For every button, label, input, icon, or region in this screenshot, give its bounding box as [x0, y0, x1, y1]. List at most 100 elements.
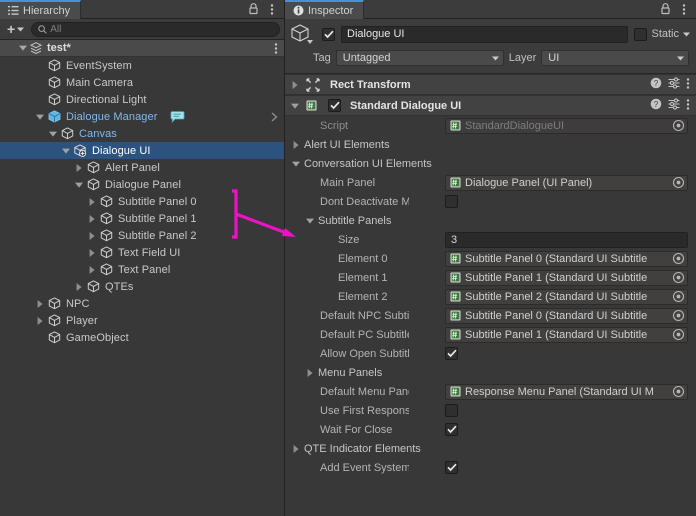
- add-gameobject-button[interactable]: +: [4, 21, 27, 37]
- foldout-collapsed-icon[interactable]: [290, 139, 302, 151]
- script-icon: [450, 120, 461, 131]
- object-field-default-menu-panel[interactable]: Response Menu Panel (Standard UI M: [445, 383, 688, 400]
- property-foldout-alert-ui-elements[interactable]: Alert UI Elements: [285, 135, 696, 154]
- chevron-right-icon[interactable]: [271, 111, 278, 122]
- property-foldout-menu-panels[interactable]: Menu Panels: [285, 363, 696, 382]
- foldout-collapsed-icon[interactable]: [289, 79, 301, 91]
- number-field-size[interactable]: 3: [445, 231, 688, 248]
- checkbox-allow-open-subtitle-par[interactable]: [445, 347, 458, 360]
- hierarchy-item-text-field-ui[interactable]: Text Field UI: [0, 244, 284, 261]
- static-toggle-group[interactable]: Static: [634, 27, 690, 41]
- lock-icon[interactable]: [247, 3, 260, 16]
- foldout-expanded-icon[interactable]: [289, 100, 301, 112]
- hierarchy-item-qtes[interactable]: QTEs: [0, 278, 284, 295]
- foldout-collapsed-icon[interactable]: [290, 443, 302, 455]
- object-field-main-panel[interactable]: Dialogue Panel (UI Panel): [445, 174, 688, 191]
- property-foldout-conversation-ui-elements[interactable]: Conversation UI Elements: [285, 154, 696, 173]
- object-picker-icon[interactable]: [672, 385, 685, 398]
- layer-dropdown[interactable]: UI: [541, 50, 690, 66]
- object-field-element-1[interactable]: Subtitle Panel 1 (Standard UI Subtitle: [445, 269, 688, 286]
- foldout-collapsed-icon[interactable]: [86, 247, 98, 259]
- hierarchy-item-label: Subtitle Panel 2: [118, 229, 197, 242]
- kebab-menu-icon[interactable]: [265, 3, 278, 16]
- kebab-menu-icon[interactable]: [686, 98, 690, 114]
- property-label: Default PC Subtitle Pan: [320, 328, 409, 341]
- object-picker-icon[interactable]: [672, 119, 685, 132]
- property-foldout-qte-indicator-elements[interactable]: QTE Indicator Elements: [285, 439, 696, 458]
- object-field-default-npc-subtitle-pa[interactable]: Subtitle Panel 0 (Standard UI Subtitle: [445, 307, 688, 324]
- gameobject-icon[interactable]: [291, 23, 316, 45]
- component-title: Standard Dialogue UI: [350, 99, 462, 112]
- preset-icon[interactable]: [668, 77, 680, 92]
- hierarchy-item-dialogue-panel[interactable]: Dialogue Panel: [0, 176, 284, 193]
- foldout-expanded-icon[interactable]: [73, 179, 85, 191]
- hierarchy-item-npc[interactable]: NPC: [0, 295, 284, 312]
- hierarchy-item-canvas[interactable]: Canvas: [0, 125, 284, 142]
- foldout-collapsed-icon[interactable]: [86, 230, 98, 242]
- foldout-collapsed-icon[interactable]: [34, 298, 46, 310]
- hierarchy-item-eventsystem[interactable]: EventSystem: [0, 57, 284, 74]
- object-field-element-0[interactable]: Subtitle Panel 0 (Standard UI Subtitle: [445, 250, 688, 267]
- help-icon[interactable]: ?: [650, 98, 662, 113]
- tab-inspector[interactable]: Inspector: [285, 0, 365, 19]
- foldout-expanded-icon[interactable]: [304, 215, 316, 227]
- hierarchy-item-directional-light[interactable]: Directional Light: [0, 91, 284, 108]
- checkbox-use-first-response-for[interactable]: [445, 404, 458, 417]
- gameobject-name-field[interactable]: Dialogue UI: [341, 25, 629, 43]
- tab-hierarchy[interactable]: Hierarchy: [0, 0, 82, 19]
- foldout-collapsed-icon[interactable]: [73, 162, 85, 174]
- object-picker-icon[interactable]: [672, 328, 685, 341]
- component-header-standard-dialogue-ui[interactable]: Standard Dialogue UI?: [285, 95, 696, 116]
- foldout-spacer: [34, 94, 46, 106]
- object-picker-icon[interactable]: [672, 309, 685, 322]
- object-picker-icon[interactable]: [672, 271, 685, 284]
- foldout-expanded-icon[interactable]: [47, 128, 59, 140]
- foldout-collapsed-icon[interactable]: [34, 315, 46, 327]
- tag-dropdown[interactable]: Untagged: [335, 50, 504, 66]
- hierarchy-item-dialogue-ui[interactable]: Dialogue UI: [0, 142, 284, 159]
- kebab-menu-icon[interactable]: [686, 77, 690, 93]
- object-picker-icon[interactable]: [672, 290, 685, 303]
- property-label: Conversation UI Elements: [304, 157, 432, 170]
- foldout-collapsed-icon[interactable]: [86, 264, 98, 276]
- foldout-collapsed-icon[interactable]: [304, 367, 316, 379]
- property-row-element-2: Element 2 Subtitle Panel 2 (Standard UI S…: [285, 287, 696, 306]
- object-picker-icon[interactable]: [672, 176, 685, 189]
- foldout-expanded-icon[interactable]: [34, 111, 46, 123]
- hierarchy-item-dialogue-manager[interactable]: Dialogue Manager: [0, 108, 284, 125]
- help-icon[interactable]: ?: [650, 77, 662, 92]
- hierarchy-item-subtitle-panel-2[interactable]: Subtitle Panel 2: [0, 227, 284, 244]
- checkbox-wait-for-close[interactable]: [445, 423, 458, 436]
- object-picker-icon[interactable]: [672, 252, 685, 265]
- search-input[interactable]: All: [31, 21, 280, 37]
- hierarchy-item-subtitle-panel-0[interactable]: Subtitle Panel 0: [0, 193, 284, 210]
- lock-icon[interactable]: [659, 3, 672, 16]
- preset-icon[interactable]: [668, 98, 680, 113]
- static-checkbox[interactable]: [634, 27, 648, 41]
- hierarchy-item-text-panel[interactable]: Text Panel: [0, 261, 284, 278]
- checkbox-dont-deactivate-main-p[interactable]: [445, 195, 458, 208]
- hierarchy-item-subtitle-panel-1[interactable]: Subtitle Panel 1: [0, 210, 284, 227]
- scene-foldout-icon[interactable]: [17, 42, 29, 54]
- foldout-expanded-icon[interactable]: [60, 145, 72, 157]
- scene-kebab-menu-icon[interactable]: [274, 42, 278, 58]
- foldout-collapsed-icon[interactable]: [73, 281, 85, 293]
- foldout-collapsed-icon[interactable]: [86, 213, 98, 225]
- component-enabled-checkbox[interactable]: [328, 99, 341, 112]
- object-field-script[interactable]: StandardDialogueUI: [445, 117, 688, 134]
- hierarchy-tree[interactable]: test* EventSystem Main Camera Directional …: [0, 40, 284, 516]
- hierarchy-item-main-camera[interactable]: Main Camera: [0, 74, 284, 91]
- object-field-element-2[interactable]: Subtitle Panel 2 (Standard UI Subtitle: [445, 288, 688, 305]
- foldout-expanded-icon[interactable]: [290, 158, 302, 170]
- hierarchy-item-gameobject[interactable]: GameObject: [0, 329, 284, 346]
- kebab-menu-icon[interactable]: [677, 3, 690, 16]
- checkbox-add-event-system-if-need[interactable]: [445, 461, 458, 474]
- component-header-rect-transform[interactable]: Rect Transform?: [285, 74, 696, 95]
- hierarchy-item-alert-panel[interactable]: Alert Panel: [0, 159, 284, 176]
- foldout-collapsed-icon[interactable]: [86, 196, 98, 208]
- object-field-default-pc-subtitle-pan[interactable]: Subtitle Panel 1 (Standard UI Subtitle: [445, 326, 688, 343]
- hierarchy-item-player[interactable]: Player: [0, 312, 284, 329]
- property-foldout-subtitle-panels[interactable]: Subtitle Panels: [285, 211, 696, 230]
- scene-row[interactable]: test*: [0, 40, 284, 57]
- gameobject-enabled-checkbox[interactable]: [322, 27, 335, 41]
